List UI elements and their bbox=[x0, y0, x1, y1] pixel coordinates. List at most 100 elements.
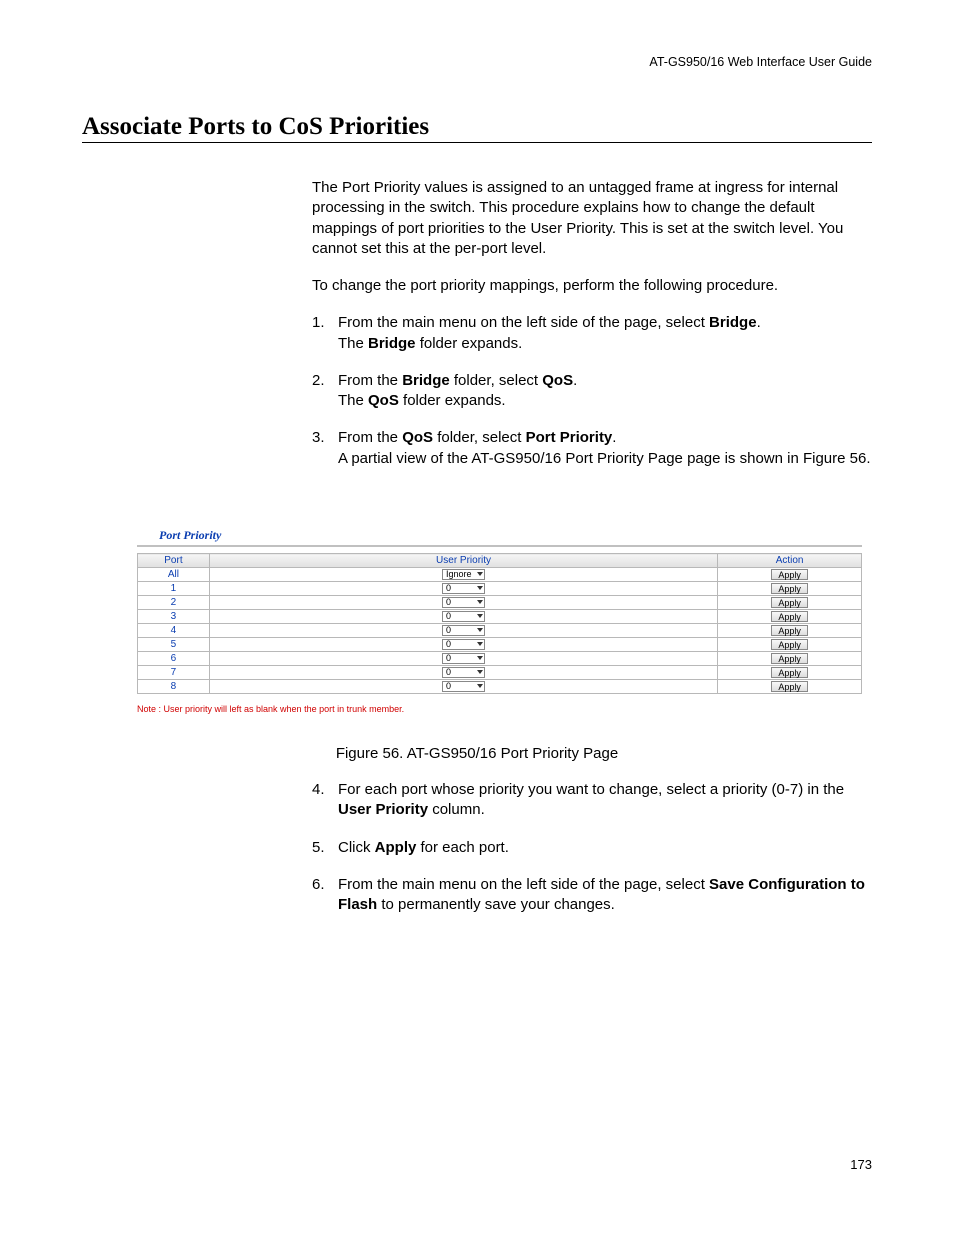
text-run: A partial view of the AT-GS950/16 Port P… bbox=[338, 450, 871, 467]
priority-cell: 0 bbox=[209, 596, 717, 610]
step-number: 4. bbox=[312, 780, 338, 821]
figure-caption: Figure 56. AT-GS950/16 Port Priority Pag… bbox=[0, 745, 954, 762]
caret-down-icon bbox=[477, 642, 483, 646]
text-bold: Bridge bbox=[368, 335, 416, 352]
col-header-priority: User Priority bbox=[209, 554, 717, 568]
text-bold: QoS bbox=[542, 372, 573, 389]
text-run: . bbox=[757, 314, 761, 331]
dropdown-value: 0 bbox=[446, 681, 474, 691]
step-5: 5. Click Apply for each port. bbox=[312, 838, 872, 858]
step-text: From the main menu on the left side of t… bbox=[338, 313, 872, 354]
step-1: 1. From the main menu on the left side o… bbox=[312, 313, 872, 354]
priority-dropdown[interactable]: 0 bbox=[442, 681, 485, 692]
step-6: 6. From the main menu on the left side o… bbox=[312, 875, 872, 916]
port-cell: 7 bbox=[138, 666, 210, 680]
apply-button[interactable]: Apply bbox=[771, 625, 808, 636]
apply-button[interactable]: Apply bbox=[771, 611, 808, 622]
figure-port-priority: Port Priority Port User Priority Action … bbox=[137, 528, 862, 714]
priority-dropdown[interactable]: 0 bbox=[442, 611, 485, 622]
port-cell: 8 bbox=[138, 680, 210, 694]
dropdown-value: 0 bbox=[446, 639, 474, 649]
text-bold: QoS bbox=[402, 429, 433, 446]
text-run: From the main menu on the left side of t… bbox=[338, 314, 709, 331]
col-header-port: Port bbox=[138, 554, 210, 568]
port-cell: 5 bbox=[138, 638, 210, 652]
action-cell: Apply bbox=[718, 624, 862, 638]
port-cell: 6 bbox=[138, 652, 210, 666]
action-cell: Apply bbox=[718, 680, 862, 694]
text-bold: QoS bbox=[368, 392, 399, 409]
table-row: 3 0 Apply bbox=[138, 610, 862, 624]
step-text: Click Apply for each port. bbox=[338, 838, 872, 858]
action-cell: Apply bbox=[718, 568, 862, 582]
panel-title: Port Priority bbox=[137, 528, 862, 543]
body-content-lower: 4. For each port whose priority you want… bbox=[312, 780, 872, 932]
apply-button[interactable]: Apply bbox=[771, 569, 808, 580]
action-cell: Apply bbox=[718, 638, 862, 652]
step-number: 2. bbox=[312, 371, 338, 412]
apply-button[interactable]: Apply bbox=[771, 583, 808, 594]
title-divider bbox=[82, 142, 872, 143]
section-title: Associate Ports to CoS Priorities bbox=[82, 113, 429, 141]
text-bold: Port Priority bbox=[526, 429, 613, 446]
priority-dropdown[interactable]: 0 bbox=[442, 597, 485, 608]
port-cell: All bbox=[138, 568, 210, 582]
priority-dropdown[interactable]: 0 bbox=[442, 639, 485, 650]
text-run: From the bbox=[338, 429, 402, 446]
text-run: folder expands. bbox=[399, 392, 506, 409]
priority-dropdown[interactable]: Ignore bbox=[442, 569, 485, 580]
text-bold: User Priority bbox=[338, 801, 428, 818]
text-run: folder expands. bbox=[416, 335, 523, 352]
step-text: From the Bridge folder, select QoS. The … bbox=[338, 371, 872, 412]
action-cell: Apply bbox=[718, 610, 862, 624]
apply-button[interactable]: Apply bbox=[771, 667, 808, 678]
apply-button[interactable]: Apply bbox=[771, 681, 808, 692]
caret-down-icon bbox=[477, 628, 483, 632]
apply-button[interactable]: Apply bbox=[771, 597, 808, 608]
step-text: From the QoS folder, select Port Priorit… bbox=[338, 428, 872, 469]
text-bold: Bridge bbox=[709, 314, 757, 331]
step-2: 2. From the Bridge folder, select QoS. T… bbox=[312, 371, 872, 412]
text-run: . bbox=[573, 372, 577, 389]
step-number: 1. bbox=[312, 313, 338, 354]
caret-down-icon bbox=[477, 684, 483, 688]
text-run: From the bbox=[338, 372, 402, 389]
caret-down-icon bbox=[477, 670, 483, 674]
text-run: for each port. bbox=[416, 839, 509, 856]
priority-cell: 0 bbox=[209, 610, 717, 624]
dropdown-value: 0 bbox=[446, 667, 474, 677]
apply-button[interactable]: Apply bbox=[771, 653, 808, 664]
text-run: . bbox=[612, 429, 616, 446]
port-cell: 2 bbox=[138, 596, 210, 610]
table-row: 8 0 Apply bbox=[138, 680, 862, 694]
page-number: 173 bbox=[850, 1157, 872, 1172]
caret-down-icon bbox=[477, 600, 483, 604]
priority-dropdown[interactable]: 0 bbox=[442, 625, 485, 636]
apply-button[interactable]: Apply bbox=[771, 639, 808, 650]
body-content-upper: The Port Priority values is assigned to … bbox=[312, 178, 872, 486]
priority-cell: 0 bbox=[209, 666, 717, 680]
table-row: 40Apply bbox=[138, 624, 862, 638]
priority-dropdown[interactable]: 0 bbox=[442, 653, 485, 664]
table-row: All Ignore Apply bbox=[138, 568, 862, 582]
text-run: For each port whose priority you want to… bbox=[338, 781, 844, 798]
text-run: The bbox=[338, 335, 368, 352]
priority-cell: 0 bbox=[209, 652, 717, 666]
step-3: 3. From the QoS folder, select Port Prio… bbox=[312, 428, 872, 469]
intro-paragraph-2: To change the port priority mappings, pe… bbox=[312, 276, 872, 296]
step-text: For each port whose priority you want to… bbox=[338, 780, 872, 821]
step-4: 4. For each port whose priority you want… bbox=[312, 780, 872, 821]
table-row: 10Apply bbox=[138, 582, 862, 596]
header-guide-title: AT-GS950/16 Web Interface User Guide bbox=[649, 55, 872, 69]
step-number: 5. bbox=[312, 838, 338, 858]
text-run: folder, select bbox=[450, 372, 543, 389]
priority-dropdown[interactable]: 0 bbox=[442, 667, 485, 678]
step-number: 3. bbox=[312, 428, 338, 469]
port-cell: 3 bbox=[138, 610, 210, 624]
priority-dropdown[interactable]: 0 bbox=[442, 583, 485, 594]
priority-cell: 0 bbox=[209, 638, 717, 652]
dropdown-value: 0 bbox=[446, 653, 474, 663]
step-text: From the main menu on the left side of t… bbox=[338, 875, 872, 916]
port-priority-table: Port User Priority Action All Ignore Apply… bbox=[137, 553, 862, 694]
col-header-action: Action bbox=[718, 554, 862, 568]
